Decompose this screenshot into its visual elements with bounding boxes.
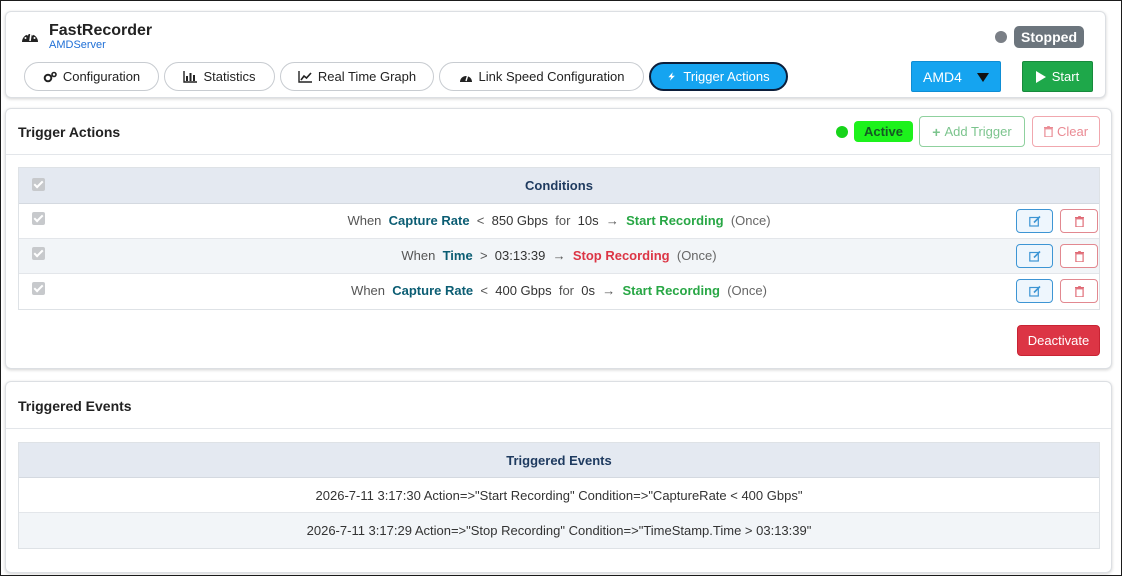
condition-operator: <: [480, 283, 488, 298]
when-keyword: When: [347, 213, 382, 228]
app-title: FastRecorder: [49, 22, 153, 39]
clear-button[interactable]: Clear: [1032, 116, 1100, 147]
start-button-label: Start: [1051, 69, 1080, 84]
bar-chart-icon: [183, 70, 198, 83]
condition-value: 850 Gbps: [491, 213, 548, 228]
event-text: 2026-7-11 3:17:30 Action=>"Start Recordi…: [315, 488, 803, 503]
active-indicator-dot: [836, 126, 848, 138]
condition-operator: <: [476, 213, 485, 228]
device-select[interactable]: AMD4: [911, 61, 1001, 92]
tab-label: Configuration: [62, 69, 141, 84]
event-row: 2026-7-11 3:17:29 Action=>"Stop Recordin…: [19, 513, 1099, 548]
trash-icon: [1074, 285, 1084, 297]
line-chart-icon: [298, 70, 312, 83]
play-icon: [1035, 70, 1046, 83]
condition-row: When Capture Rate < 400 Gbps for 0s → St…: [19, 274, 1099, 309]
for-keyword: for: [555, 213, 571, 228]
tab-label: Statistics: [203, 69, 256, 84]
condition-action: Start Recording: [626, 213, 724, 228]
header-card: FastRecorder AMDServer Stopped Configura…: [5, 11, 1106, 98]
condition-frequency: (Once): [676, 248, 717, 263]
tab-label: Link Speed Configuration: [478, 69, 625, 84]
tab-label: Real Time Graph: [317, 69, 417, 84]
edit-button[interactable]: [1016, 244, 1053, 268]
condition-field: Capture Rate: [388, 213, 470, 228]
condition-text: When Time > 03:13:39 → Stop Recording (O…: [19, 248, 1099, 263]
edit-button[interactable]: [1016, 209, 1053, 233]
trigger-status-badge: Active: [854, 121, 913, 142]
condition-row: When Time > 03:13:39 → Stop Recording (O…: [19, 239, 1099, 274]
trash-icon: [1074, 250, 1084, 262]
tab-link-speed-configuration[interactable]: Link Speed Configuration: [439, 62, 644, 91]
deactivate-button[interactable]: Deactivate: [1017, 325, 1100, 356]
clear-label: Clear: [1056, 124, 1089, 139]
add-trigger-button[interactable]: + Add Trigger: [919, 116, 1025, 147]
delete-button[interactable]: [1060, 244, 1098, 268]
triggered-events-title: Triggered Events: [18, 398, 132, 414]
speedometer-logo-icon: [22, 33, 38, 42]
condition-text: When Capture Rate < 400 Gbps for 0s → St…: [19, 283, 1099, 298]
tab-label: Trigger Actions: [683, 69, 770, 84]
delete-button[interactable]: [1060, 279, 1098, 303]
condition-duration: 10s: [577, 213, 599, 228]
arrow-icon: →: [602, 283, 616, 298]
arrow-icon: →: [605, 213, 619, 228]
events-header-label: Triggered Events: [506, 453, 612, 468]
edit-icon: [1028, 215, 1041, 227]
status-indicator-dot: [995, 31, 1007, 43]
edit-icon: [1028, 250, 1041, 262]
device-select-value: AMD4: [923, 69, 962, 85]
card-divider: [6, 154, 1111, 155]
condition-field: Capture Rate: [392, 283, 474, 298]
plus-icon: +: [932, 123, 941, 140]
event-row: 2026-7-11 3:17:30 Action=>"Start Recordi…: [19, 478, 1099, 513]
conditions-header-label: Conditions: [525, 178, 593, 193]
condition-row: When Capture Rate < 850 Gbps for 10s → S…: [19, 204, 1099, 239]
conditions-table-header: Conditions: [19, 168, 1099, 204]
delete-button[interactable]: [1060, 209, 1098, 233]
conditions-table: Conditions When Capture Rate < 850 Gbps …: [18, 167, 1100, 310]
condition-frequency: (Once): [727, 283, 767, 298]
card-divider: [6, 428, 1111, 429]
event-text: 2026-7-11 3:17:29 Action=>"Stop Recordin…: [306, 523, 812, 538]
add-trigger-label: Add Trigger: [944, 124, 1012, 139]
trigger-actions-title: Trigger Actions: [18, 124, 121, 140]
condition-action: Stop Recording: [572, 248, 670, 263]
trash-icon: [1043, 126, 1053, 137]
for-keyword: for: [558, 283, 575, 298]
tab-real-time-graph[interactable]: Real Time Graph: [280, 62, 434, 91]
condition-field: Time: [442, 248, 473, 263]
tab-configuration[interactable]: Configuration: [24, 62, 159, 91]
condition-value: 03:13:39: [494, 248, 546, 263]
edit-button[interactable]: [1016, 279, 1053, 303]
trash-icon: [1074, 215, 1084, 227]
edit-icon: [1028, 285, 1041, 297]
caret-down-icon: [977, 73, 989, 82]
speedometer-icon: [459, 75, 472, 82]
tab-trigger-actions[interactable]: Trigger Actions: [649, 62, 788, 91]
when-keyword: When: [401, 248, 436, 263]
condition-value: 400 Gbps: [495, 283, 552, 298]
events-table-header: Triggered Events: [19, 443, 1099, 478]
tab-statistics[interactable]: Statistics: [164, 62, 275, 91]
condition-frequency: (Once): [730, 213, 771, 228]
trigger-actions-card: Trigger Actions Active + Add Trigger Cle…: [5, 108, 1112, 369]
condition-duration: 0s: [581, 283, 595, 298]
condition-action: Start Recording: [622, 283, 720, 298]
arrow-icon: →: [552, 248, 566, 263]
server-name: AMDServer: [49, 39, 106, 51]
condition-operator: >: [479, 248, 488, 263]
triggered-events-table: Triggered Events 2026-7-11 3:17:30 Actio…: [18, 442, 1100, 549]
gears-icon: [43, 71, 57, 82]
condition-text: When Capture Rate < 850 Gbps for 10s → S…: [19, 213, 1099, 228]
start-button[interactable]: Start: [1022, 61, 1093, 92]
recorder-status-badge: Stopped: [1014, 26, 1084, 48]
when-keyword: When: [351, 283, 386, 298]
bolt-icon: [668, 72, 676, 81]
triggered-events-card: Triggered Events Triggered Events 2026-7…: [5, 381, 1112, 573]
